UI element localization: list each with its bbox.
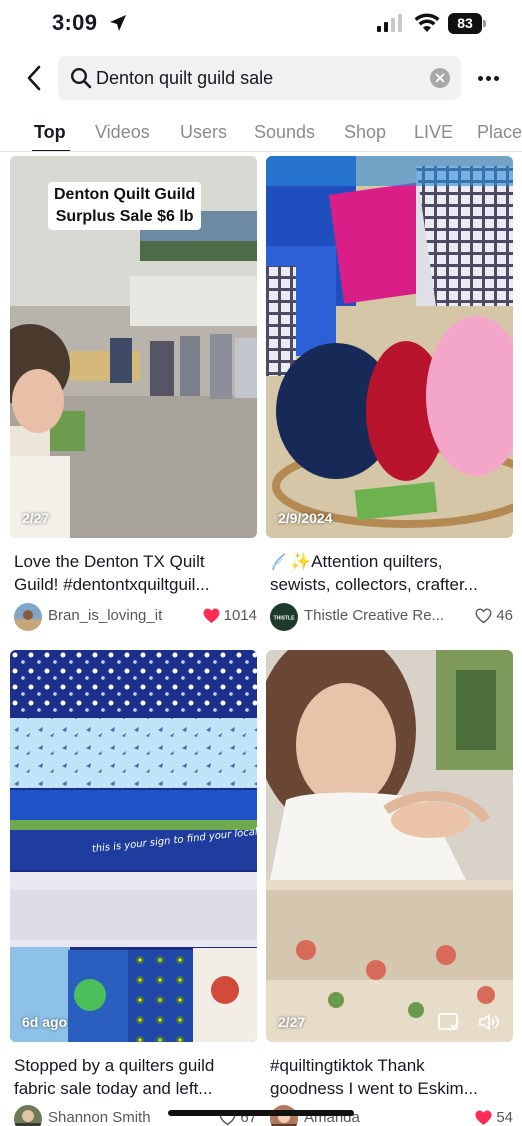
- avatar[interactable]: [14, 603, 42, 631]
- video-thumbnail[interactable]: 2/9/2024: [266, 156, 513, 538]
- status-bar: 3:09 83: [0, 0, 522, 50]
- video-caption: Love the Denton TX Quilt Guild! #dentont…: [14, 552, 210, 594]
- tab-live[interactable]: LIVE: [414, 122, 453, 143]
- location-arrow-icon: [110, 15, 126, 31]
- video-thumbnail[interactable]: Denton Quilt Guild Surplus Sale $6 lb 2/…: [10, 156, 257, 538]
- avatar[interactable]: THISTLE: [270, 603, 298, 631]
- tabs-divider: [0, 151, 522, 152]
- search-icon: [70, 67, 92, 89]
- video-thumbnail[interactable]: this is your sign to find your local qui…: [10, 650, 257, 1042]
- battery-level: 83: [448, 13, 482, 34]
- wifi-icon: [414, 13, 440, 32]
- battery-icon: 83: [448, 13, 486, 34]
- video-caption: #quiltingtiktok Thank goodness I went to…: [270, 1056, 478, 1098]
- username[interactable]: Thistle Creative Re...: [304, 607, 454, 624]
- like-count: 46: [475, 607, 513, 624]
- dot-icon: [493, 75, 499, 81]
- heart-outline-icon: [475, 607, 492, 623]
- more-options-button[interactable]: [473, 62, 503, 94]
- username[interactable]: Shannon Smith: [48, 1109, 188, 1126]
- search-input[interactable]: [96, 56, 416, 100]
- tab-videos[interactable]: Videos: [95, 122, 150, 143]
- video-caption: Stopped by a quilters guild fabric sale …: [14, 1056, 215, 1098]
- author-row[interactable]: THISTLE Thistle Creative Re... 46: [270, 602, 513, 631]
- cellular-signal-icon: [377, 14, 402, 32]
- thread-needle-icon: [271, 552, 286, 570]
- video-card[interactable]: Denton Quilt Guild Surplus Sale $6 lb 2/…: [10, 156, 257, 636]
- heart-filled-icon: [203, 608, 220, 623]
- author-row[interactable]: Bran_is_loving_it 1014: [14, 602, 257, 631]
- date-badge: 2/27: [22, 510, 50, 526]
- dot-icon: [477, 75, 483, 81]
- username[interactable]: Bran_is_loving_it: [48, 607, 188, 624]
- heart-filled-icon: [475, 1110, 492, 1125]
- video-card[interactable]: this is your sign to find your local qui…: [10, 650, 257, 1126]
- tab-top[interactable]: Top: [34, 122, 66, 143]
- tab-users[interactable]: Users: [180, 122, 227, 143]
- tab-sounds[interactable]: Sounds: [254, 122, 315, 143]
- video-card[interactable]: 2/27 #quiltingtiktok Thank goodness I we…: [266, 650, 513, 1126]
- video-thumbnail[interactable]: 2/27: [266, 650, 513, 1042]
- speaker-icon[interactable]: [478, 1012, 502, 1032]
- date-badge: 2/27: [278, 1014, 306, 1030]
- date-badge: 6d ago: [22, 1014, 68, 1030]
- captions-icon[interactable]: [438, 1012, 460, 1032]
- video-card[interactable]: 2/9/2024 ✨Attention quilters, sewists, c…: [266, 156, 513, 636]
- avatar[interactable]: [14, 1105, 42, 1126]
- close-icon: [435, 73, 445, 83]
- clear-search-button[interactable]: [430, 68, 450, 88]
- tab-places[interactable]: Places: [477, 122, 522, 143]
- chevron-left-icon: [27, 65, 41, 91]
- like-count: 54: [475, 1109, 513, 1126]
- search-box[interactable]: [58, 56, 461, 100]
- tab-shop[interactable]: Shop: [344, 122, 386, 143]
- back-button[interactable]: [20, 62, 48, 94]
- like-count: 1014: [203, 607, 257, 624]
- status-time: 3:09: [52, 10, 98, 35]
- home-indicator[interactable]: [168, 1110, 354, 1116]
- search-tabs: Top Videos Users Sounds Shop LIVE Places: [0, 112, 522, 152]
- date-badge: 2/9/2024: [278, 510, 333, 526]
- video-overlay-title: Denton Quilt Guild Surplus Sale $6 lb: [48, 182, 202, 230]
- dot-icon: [485, 75, 491, 81]
- avatar-logo-text: THISTLE: [274, 616, 295, 622]
- video-caption: ✨Attention quilters, sewists, collectors…: [270, 552, 478, 594]
